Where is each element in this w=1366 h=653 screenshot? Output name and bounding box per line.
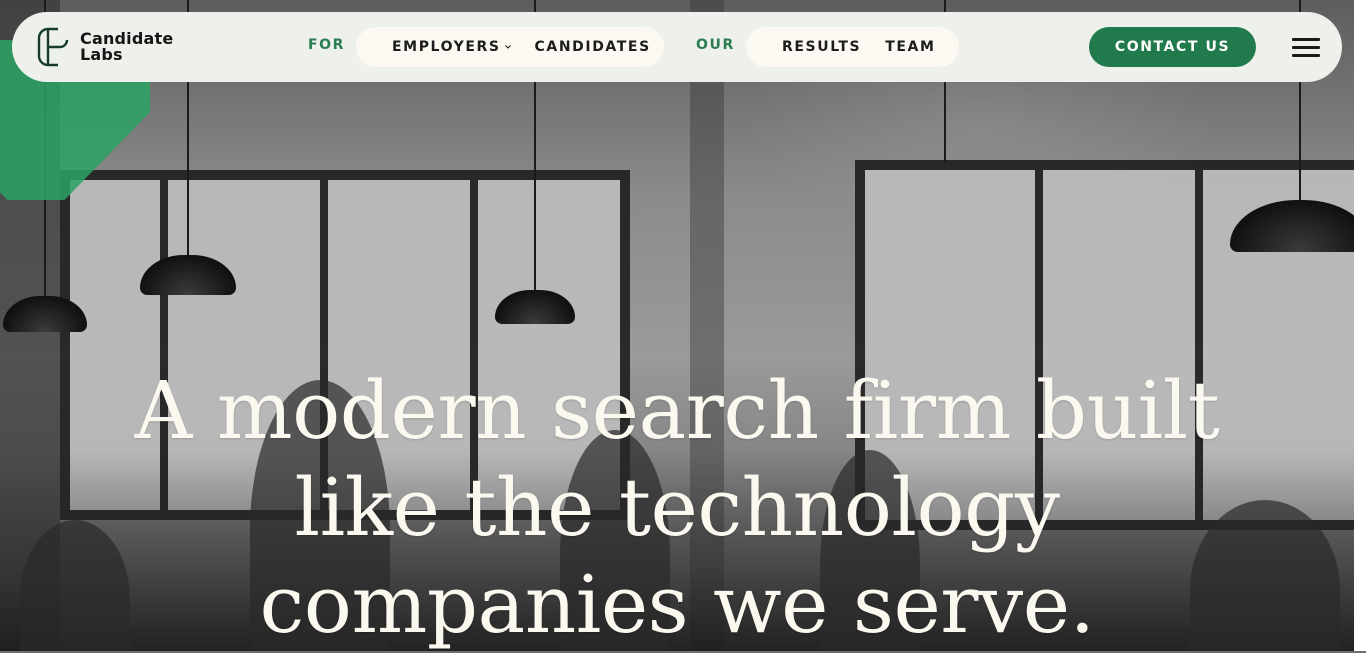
- chevron-down-icon: [504, 45, 511, 49]
- top-navbar: Candidate Labs FOR EMPLOYERS CANDIDATES …: [12, 12, 1342, 82]
- brand-logo-link[interactable]: Candidate Labs: [36, 26, 173, 68]
- brand-name: Candidate Labs: [80, 31, 173, 63]
- hamburger-menu-icon[interactable]: [1292, 36, 1322, 58]
- nav-for-label: FOR: [308, 37, 346, 53]
- hero-headline: A modern search firm built like the tech…: [134, 364, 1220, 651]
- nav-results-link[interactable]: RESULTS: [782, 39, 861, 55]
- nav-employers-label: EMPLOYERS: [392, 39, 501, 55]
- candidate-labs-logo-icon: [37, 27, 69, 67]
- nav-candidates-link[interactable]: CANDIDATES: [535, 39, 651, 55]
- brand-name-line2: Labs: [80, 45, 123, 64]
- nav-for-group: EMPLOYERS CANDIDATES: [356, 27, 664, 67]
- nav-employers-link[interactable]: EMPLOYERS: [392, 39, 511, 55]
- contact-us-button[interactable]: CONTACT US: [1089, 27, 1256, 67]
- nav-our-group: RESULTS TEAM: [746, 27, 959, 67]
- nav-our-label: OUR: [696, 37, 735, 53]
- nav-team-link[interactable]: TEAM: [885, 39, 935, 55]
